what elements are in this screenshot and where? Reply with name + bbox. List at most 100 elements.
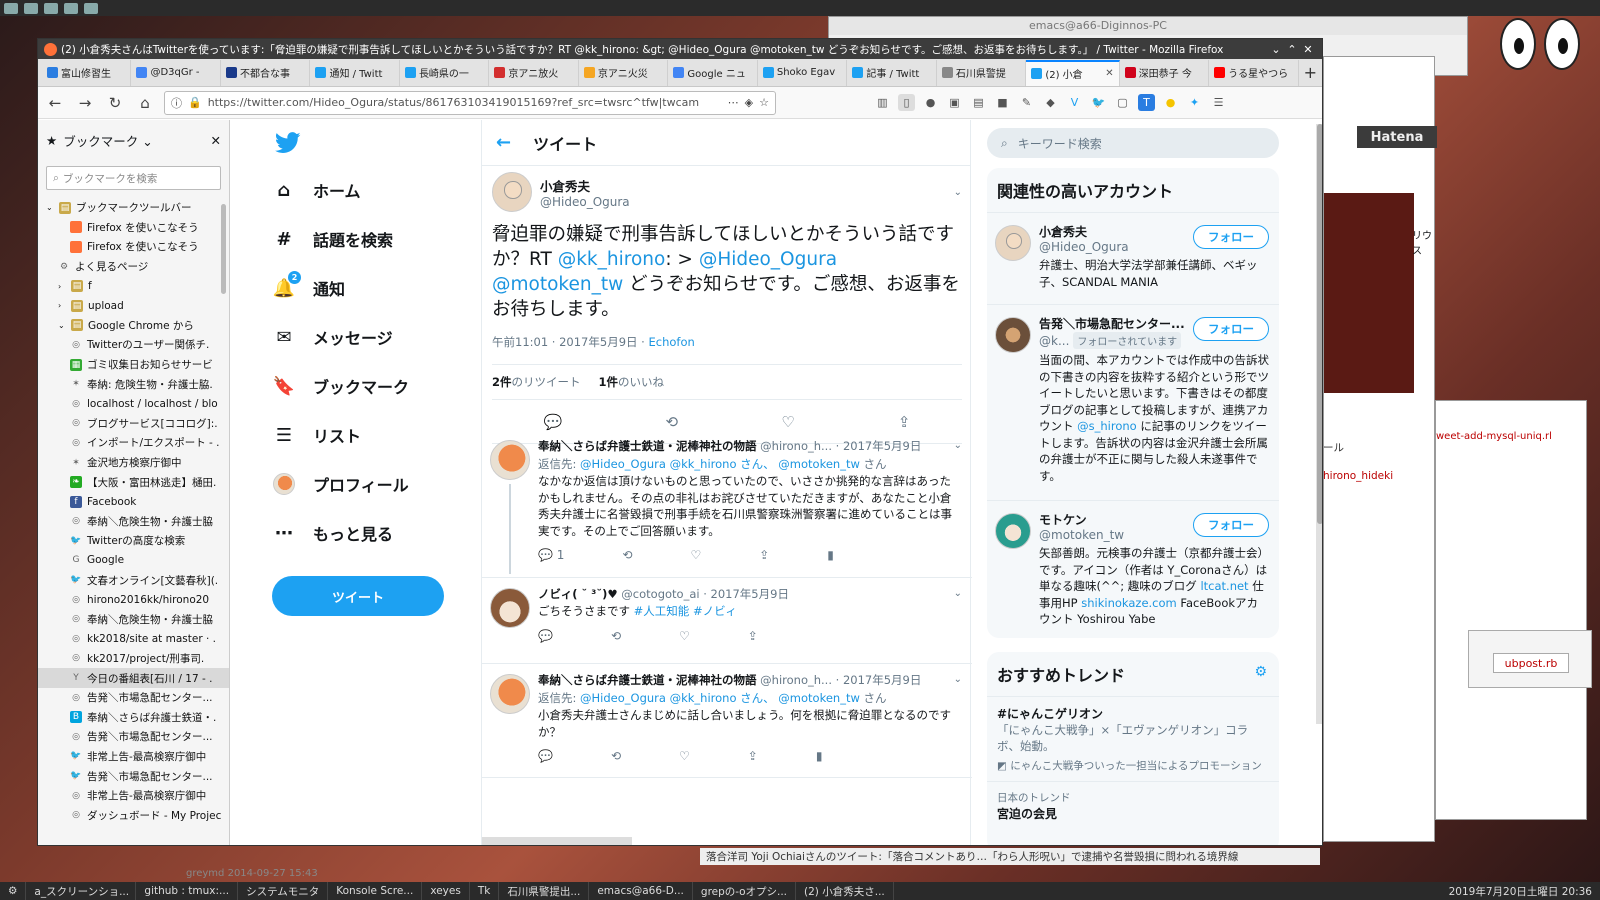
tab[interactable]: 通知 / Twitt — [310, 59, 400, 86]
back-arrow-icon[interactable]: ← — [496, 132, 511, 153]
reply-icon[interactable]: 💬 — [538, 629, 553, 643]
close-window-icon[interactable]: ✕ — [1300, 43, 1316, 56]
bookmark-item[interactable]: ◎ kk2018/site at master · . — [38, 629, 229, 649]
trend-item[interactable]: #にゃんこゲリオン 「にゃんこ大戦争」×「エヴァンゲリオン」コラボ、始動。 ◩ … — [987, 697, 1279, 782]
bookmark-item[interactable]: ◎ ブログサービス[ココログ]:. — [38, 414, 229, 434]
ubpost-button[interactable]: ubpost.rb — [1493, 653, 1569, 673]
avatar[interactable] — [995, 513, 1031, 549]
account-item[interactable]: 小倉秀夫 @Hideo_Ogura 弁護士、明治大学法学部兼任講師、ベギッ子、S… — [987, 213, 1279, 305]
bg-window-2[interactable]: weet-add-mysql-uniq.rl — [1435, 400, 1587, 820]
taskbar-item[interactable]: 石川県警提出... — [499, 882, 590, 900]
reply-icon[interactable]: 💬 — [538, 749, 553, 763]
taskbar-item[interactable]: Tk — [470, 882, 500, 900]
bookmark-item[interactable]: ⚙ よく見るページ — [38, 257, 229, 277]
avatar[interactable] — [490, 588, 530, 628]
url-bar[interactable]: ⓘ 🔒 https://twitter.com/Hideo_Ogura/stat… — [164, 90, 776, 115]
client-link[interactable]: Echofon — [648, 335, 694, 349]
taskbar-item[interactable]: xeyes — [422, 882, 470, 900]
retweet-icon[interactable]: ⟲ — [665, 413, 678, 431]
taskbar-item[interactable]: grepの-oオプシ... — [693, 882, 797, 900]
mention-link[interactable]: @Hideo_Ogura — [699, 249, 837, 270]
avatar[interactable] — [492, 172, 532, 212]
start-menu-icon[interactable]: ⚙ — [0, 882, 27, 900]
nav-item[interactable]: 🔔 2 通知 — [273, 271, 345, 300]
taskbar-item[interactable]: emacs@a66-D... — [589, 882, 693, 900]
reply-date[interactable]: · 2017年5月9日 — [836, 673, 922, 687]
bio-link[interactable]: @s_hirono — [1077, 419, 1137, 433]
nav-item[interactable]: ⌂ ホーム — [273, 178, 361, 202]
like-count[interactable]: 1件のいいね — [599, 374, 665, 390]
library-icon[interactable]: ▥ — [874, 94, 891, 111]
account-item[interactable]: 告発＼市場急配センター... @k... フォローされています 当面の間、本アカウ… — [987, 305, 1279, 501]
reply-author-handle[interactable]: @hirono_h... — [760, 439, 832, 453]
retweet-count[interactable]: 2件のリツイート — [492, 374, 581, 390]
bookmark-item[interactable]: ❧ 【大阪・富田林逃走】樋田. — [38, 472, 229, 492]
tab[interactable]: 石川県警提 — [937, 59, 1027, 86]
bookmark-item[interactable]: ◎ kk2017/project/刑事司. — [38, 649, 229, 669]
trend-name[interactable]: #にゃんこゲリオン — [997, 705, 1269, 722]
reply-date[interactable]: · 2017年5月9日 — [836, 439, 922, 453]
nav-item[interactable]: 🔖 ブックマーク — [273, 374, 409, 398]
focal-author-handle[interactable]: @Hideo_Ogura — [540, 195, 630, 209]
trend-name[interactable]: 宮迫の会見 — [997, 805, 1269, 822]
page-actions-icon[interactable]: ⋯ — [728, 96, 739, 109]
account-handle[interactable]: @k... — [1039, 334, 1069, 348]
bookmark-item[interactable]: ◎ インポート/エクスポート - . — [38, 433, 229, 453]
reply-icon[interactable]: 💬 — [544, 413, 563, 431]
bookmark-item[interactable]: › ▤ f — [38, 276, 229, 296]
nav-item[interactable]: ⋯ もっと見る — [273, 521, 393, 545]
url-text[interactable]: https://twitter.com/Hideo_Ogura/status/8… — [208, 96, 722, 109]
account-icon[interactable]: ● — [922, 94, 939, 111]
bookmark-item[interactable]: ◎ localhost / localhost / blo — [38, 394, 229, 414]
expand-arrow-icon[interactable]: › — [58, 282, 66, 291]
tab[interactable]: 長崎県の一 — [400, 59, 490, 86]
follow-button[interactable]: フォロー — [1193, 317, 1269, 341]
nav-item[interactable]: プロフィール — [273, 472, 409, 496]
bookmark-item[interactable]: ✶ 奉納: 危険生物・弁護士脇. — [38, 374, 229, 394]
close-tab-icon[interactable]: ✕ — [1105, 68, 1113, 79]
reply-date[interactable]: · 2017年5月9日 — [703, 587, 789, 601]
menu-icon[interactable]: ☰ — [1210, 94, 1227, 111]
bookmark-item[interactable]: ◎ 奉納＼危険生物・弁護士脇 — [38, 512, 229, 532]
pen-icon[interactable]: ✎ — [1018, 94, 1035, 111]
mention-link[interactable]: @motoken_tw — [492, 274, 623, 295]
bookmark-item[interactable]: ◎ Twitterのユーザー関係チ. — [38, 335, 229, 355]
firefox-window[interactable]: (2) 小倉秀夫さんはTwitterを使っています:「脅迫罪の嫌疑で刑事告訴して… — [37, 38, 1323, 846]
tweet-button[interactable]: ツイート — [272, 576, 444, 616]
tab[interactable]: Google ニュ — [668, 59, 758, 86]
bookmark-item[interactable]: G Google — [38, 551, 229, 571]
bookmark-item[interactable]: ✶ 金沢地方検察庁御中 — [38, 453, 229, 473]
bookmark-item[interactable]: 🐦 非常上告-最高検察庁御中 — [38, 747, 229, 767]
reply-author-handle[interactable]: @hirono_h... — [760, 673, 832, 687]
heart-icon[interactable]: ♡ — [781, 413, 794, 431]
bookmark-item[interactable]: ◎ 奉納＼危険生物・弁護士脇 — [38, 609, 229, 629]
feather-icon[interactable]: ✦ — [1186, 94, 1203, 111]
reply-tweet[interactable]: 奉納＼さらば弁護士鉄道・泥棒神社の物語 @hirono_h... · 2017年… — [482, 430, 972, 578]
taskbar-item[interactable]: github : tmux:... — [136, 882, 239, 900]
retweet-icon[interactable]: ⟲ — [611, 749, 621, 763]
nav-item[interactable]: ✉ メッセージ — [273, 325, 392, 349]
bookmark-item[interactable]: Y 今日の番組表[石川 / 17 - . — [38, 668, 229, 688]
info-icon[interactable]: ⓘ — [171, 95, 182, 111]
tab[interactable]: Shoko Egav — [758, 59, 848, 86]
bookmark-item[interactable]: Firefox を使いこなそう — [38, 237, 229, 257]
clock[interactable]: 2019年7月20日土曜日 20:36 — [1441, 884, 1600, 899]
extension-icon[interactable]: ■ — [994, 94, 1011, 111]
vivaldi-icon[interactable]: V — [1066, 94, 1083, 111]
lock-icon[interactable]: 🔒 — [188, 96, 202, 109]
nav-item[interactable]: # 話題を検索 — [273, 227, 393, 251]
new-tab-icon[interactable]: + — [1299, 63, 1322, 82]
home-icon[interactable]: ⌂ — [134, 92, 156, 114]
taskbar-item[interactable]: (2) 小倉秀夫さ... — [796, 882, 894, 900]
trend-item[interactable]: 日本のトレンド 宮迫の会見 — [987, 782, 1279, 830]
twitter-ext-icon[interactable]: 🐦 — [1090, 94, 1107, 111]
twitter-logo-icon[interactable] — [275, 132, 301, 154]
bookmark-item[interactable]: ⌄ ▤ Google Chrome から — [38, 316, 229, 336]
maximize-icon[interactable]: ⌃ — [1284, 43, 1300, 56]
retweet-icon[interactable]: ⟲ — [622, 548, 632, 562]
bookmark-item[interactable]: 🐦 文春オンライン[文藝春秋](. — [38, 570, 229, 590]
follow-button[interactable]: フォロー — [1193, 225, 1269, 249]
tab[interactable]: 深田恭子 今 — [1120, 59, 1210, 86]
bookmark-item[interactable]: ⌄ ▤ ブックマークツールバー — [38, 198, 229, 218]
tab[interactable]: 富山修習生 — [42, 59, 132, 86]
